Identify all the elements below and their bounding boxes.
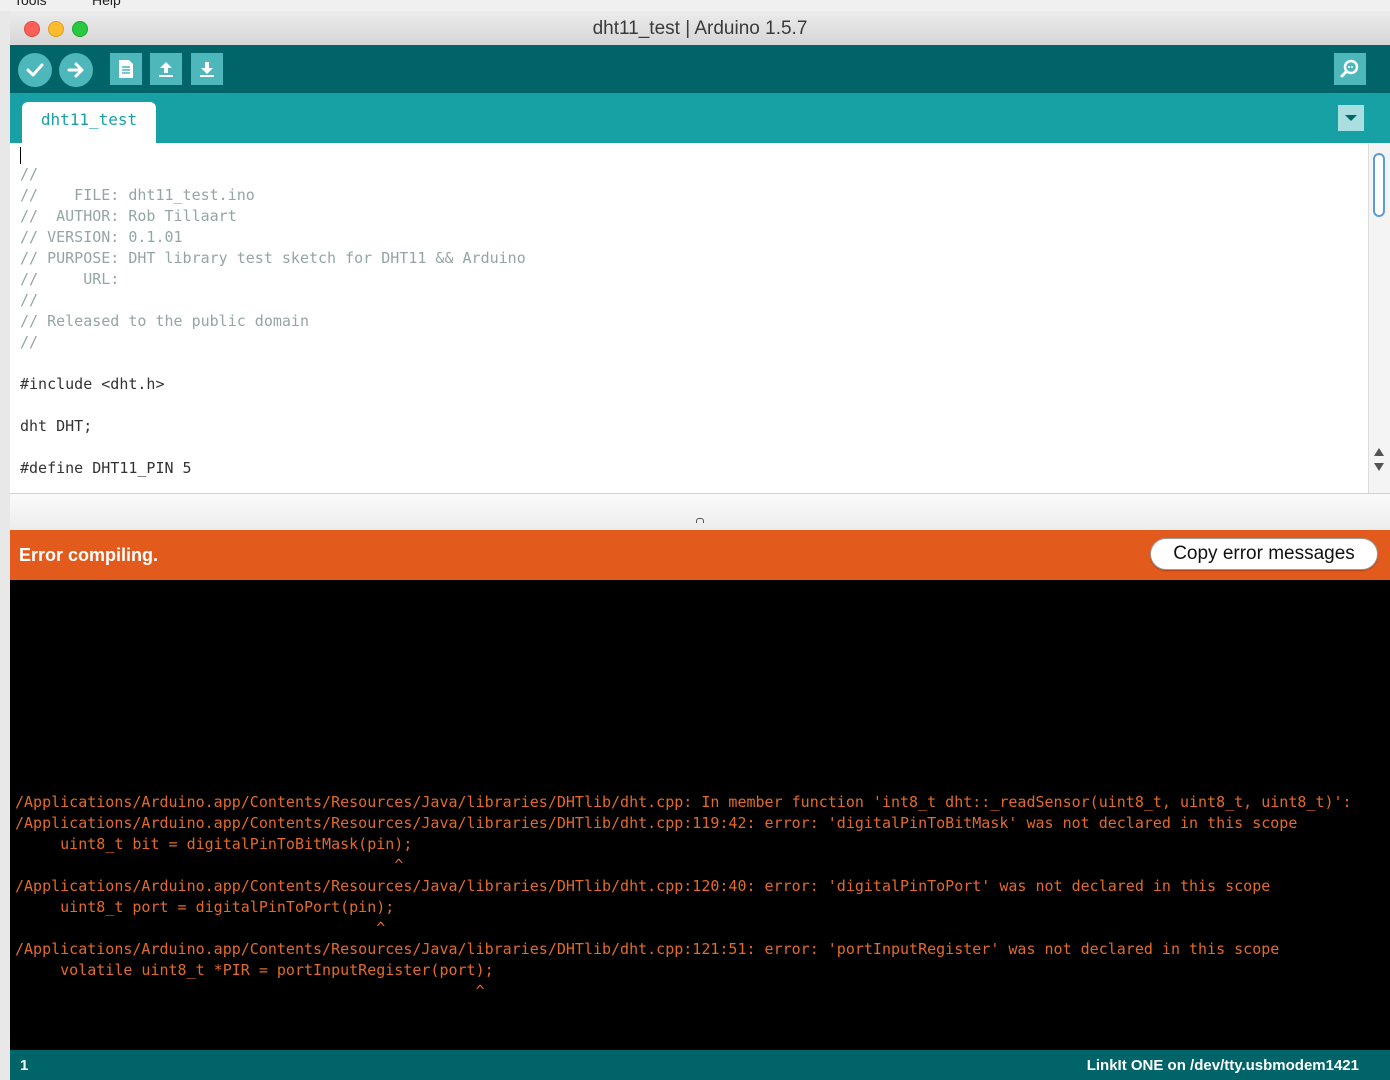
console-line: ^ <box>15 918 385 939</box>
console-output[interactable]: /Applications/Arduino.app/Contents/Resou… <box>10 580 1390 1050</box>
document-icon <box>117 59 135 79</box>
system-menubar: Tools Help <box>0 0 1390 11</box>
console-line: volatile uint8_t *PIR = portInputRegiste… <box>15 960 494 981</box>
open-sketch-button[interactable] <box>150 53 182 85</box>
window-title: dht11_test | Arduino 1.5.7 <box>10 18 1390 40</box>
code-editor[interactable]: // // FILE: dht11_test.ino // AUTHOR: Ro… <box>10 143 1368 493</box>
editor-console-splitter[interactable] <box>10 493 1390 531</box>
console-line: /Applications/Arduino.app/Contents/Resou… <box>15 792 1352 813</box>
save-sketch-button[interactable] <box>191 53 223 85</box>
code-line: #define DHT11_PIN 5 <box>20 458 192 479</box>
arrow-right-icon <box>66 60 86 80</box>
code-line: // <box>20 164 38 185</box>
console-line: /Applications/Arduino.app/Contents/Resou… <box>15 876 1270 897</box>
verify-button[interactable] <box>18 53 52 87</box>
copy-error-messages-button[interactable]: Copy error messages <box>1150 538 1378 570</box>
scroll-down-arrow-icon[interactable] <box>1374 463 1384 471</box>
tab-label: dht11_test <box>22 110 156 129</box>
editor-vertical-scrollbar[interactable] <box>1368 143 1390 493</box>
board-port-info: LinkIt ONE on /dev/tty.usbmodem1421 <box>1087 1057 1359 1074</box>
code-line: // PURPOSE: DHT library test sketch for … <box>20 248 526 269</box>
console-line: /Applications/Arduino.app/Contents/Resou… <box>15 813 1297 834</box>
tab-dht11-test[interactable]: dht11_test <box>22 102 156 143</box>
checkmark-icon <box>25 60 45 80</box>
tab-bar: dht11_test <box>10 93 1390 143</box>
serial-monitor-button[interactable] <box>1334 53 1366 85</box>
code-line: // VERSION: 0.1.01 <box>20 227 183 248</box>
code-line: // URL: <box>20 269 119 290</box>
console-line: ^ <box>15 855 403 876</box>
console-line: uint8_t port = digitalPinToPort(pin); <box>15 897 394 918</box>
code-line: // Released to the public domain <box>20 311 309 332</box>
code-line: dht DHT; <box>20 416 92 437</box>
magnifier-icon <box>1339 58 1361 80</box>
splitter-grip-icon[interactable] <box>696 518 704 523</box>
text-caret <box>20 147 21 164</box>
console-line: ^ <box>15 981 485 1002</box>
new-sketch-button[interactable] <box>110 53 142 85</box>
menubar-item-help[interactable]: Help <box>92 0 121 8</box>
upload-button[interactable] <box>59 53 93 87</box>
code-line: // <box>20 290 38 311</box>
menubar-item-tools[interactable]: Tools <box>14 0 47 8</box>
footer-bar: 1 LinkIt ONE on /dev/tty.usbmodem1421 <box>10 1050 1390 1080</box>
code-line: #include <dht.h> <box>20 374 165 395</box>
status-bar-error: Error compiling. Copy error messages <box>10 530 1390 580</box>
status-message: Error compiling. <box>19 545 158 566</box>
scrollbar-thumb[interactable] <box>1373 153 1385 217</box>
scroll-up-arrow-icon[interactable] <box>1374 448 1384 456</box>
triangle-down-icon <box>1344 113 1358 123</box>
toolbar <box>10 45 1390 93</box>
console-line: /Applications/Arduino.app/Contents/Resou… <box>15 939 1279 960</box>
tab-menu-button[interactable] <box>1338 105 1364 131</box>
code-line: // FILE: dht11_test.ino <box>20 185 255 206</box>
arrow-up-icon <box>156 59 176 79</box>
console-line: uint8_t bit = digitalPinToBitMask(pin); <box>15 834 412 855</box>
code-line: // <box>20 332 38 353</box>
cursor-line-number: 1 <box>20 1057 28 1074</box>
code-line: // AUTHOR: Rob Tillaart <box>20 206 237 227</box>
title-bar: dht11_test | Arduino 1.5.7 <box>10 11 1390 46</box>
arrow-down-icon <box>197 59 217 79</box>
arduino-ide-window: dht11_test | Arduino 1.5.7 <box>10 11 1390 1080</box>
